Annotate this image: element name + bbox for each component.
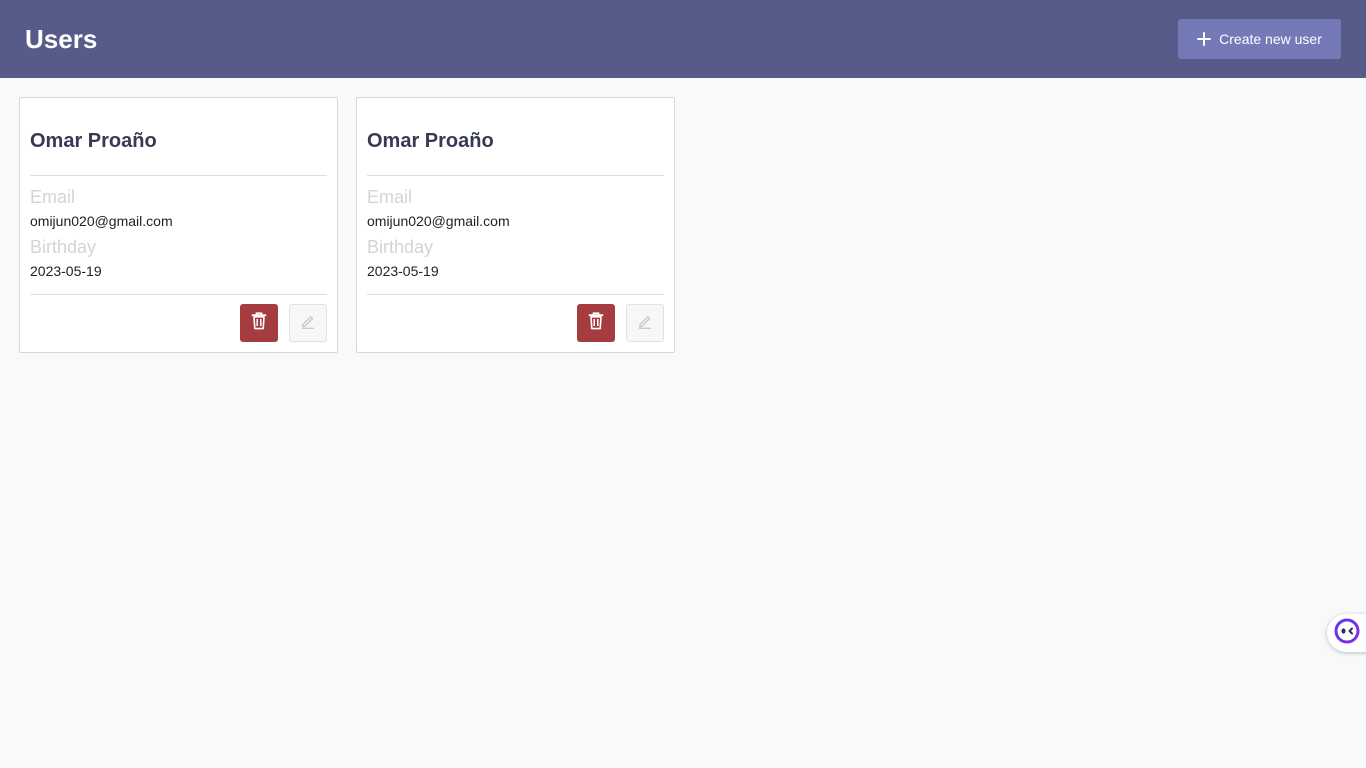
create-user-button-label: Create new user	[1219, 31, 1322, 47]
birthday-label: Birthday	[367, 237, 434, 257]
assistant-face-icon	[1334, 618, 1360, 649]
user-name: Omar Proaño	[367, 98, 664, 176]
user-name: Omar Proaño	[30, 98, 327, 176]
user-card-list: Omar Proaño Email omijun020@gmail.com Bi…	[19, 97, 675, 353]
birthday-value: 2023-05-19	[30, 263, 102, 279]
email-value: omijun020@gmail.com	[30, 213, 173, 229]
page-title: Users	[25, 24, 98, 54]
trash-icon	[588, 311, 604, 335]
trash-icon	[251, 311, 267, 335]
pencil-icon	[637, 313, 653, 334]
email-value: omijun020@gmail.com	[367, 213, 510, 229]
email-label: Email	[30, 187, 76, 207]
email-label: Email	[367, 187, 413, 207]
edit-user-button[interactable]	[289, 304, 327, 342]
user-card: Omar Proaño Email omijun020@gmail.com Bi…	[356, 97, 675, 353]
assistant-widget-button[interactable]	[1327, 614, 1366, 652]
edit-user-button[interactable]	[626, 304, 664, 342]
card-actions	[367, 294, 664, 353]
user-card: Omar Proaño Email omijun020@gmail.com Bi…	[19, 97, 338, 353]
pencil-icon	[300, 313, 316, 334]
card-actions	[30, 294, 327, 353]
delete-user-button[interactable]	[577, 304, 615, 342]
delete-user-button[interactable]	[240, 304, 278, 342]
birthday-label: Birthday	[30, 237, 97, 257]
plus-icon	[1197, 32, 1212, 46]
create-user-button[interactable]: Create new user	[1178, 19, 1341, 59]
app-header: Users Create new user	[0, 0, 1366, 78]
birthday-value: 2023-05-19	[367, 263, 439, 279]
